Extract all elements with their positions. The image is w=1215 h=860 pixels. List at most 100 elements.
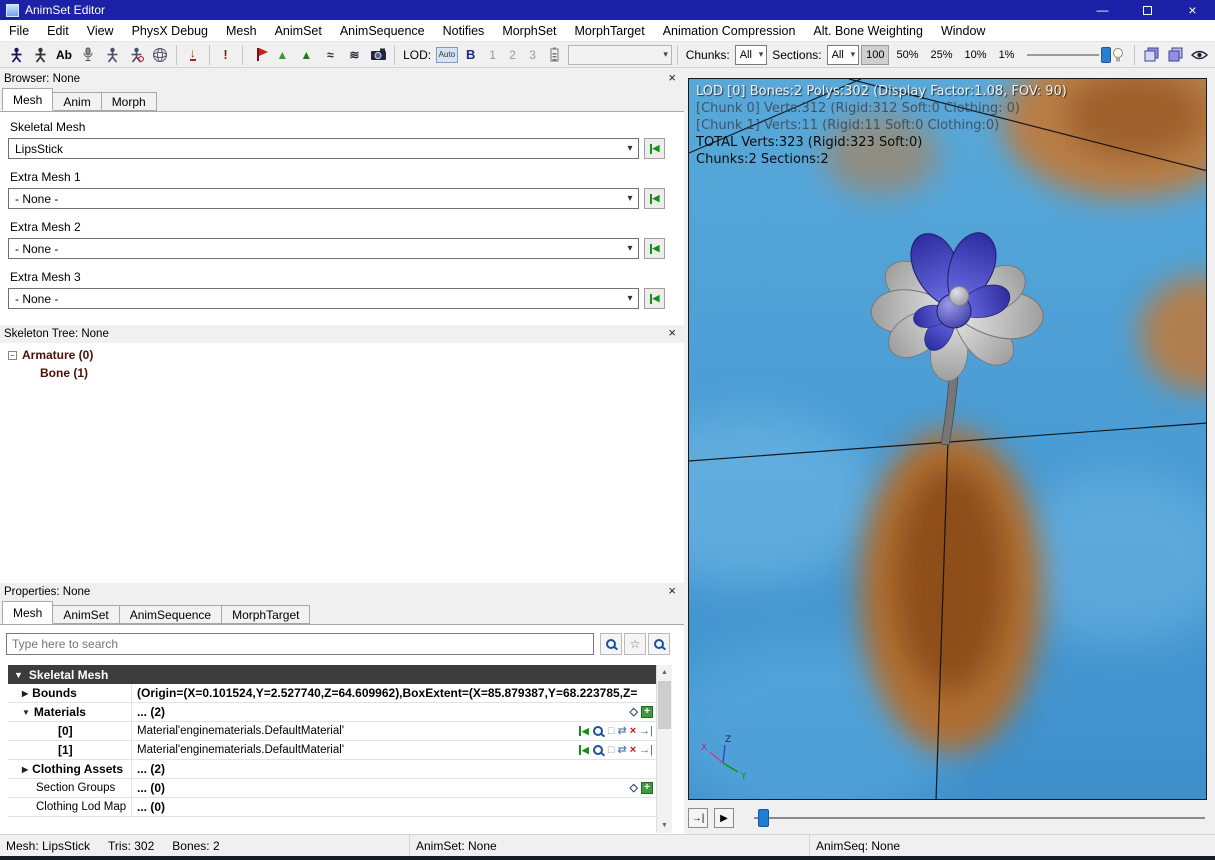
- insert-icon[interactable]: →|: [639, 725, 653, 737]
- zoom-50-button[interactable]: 50%: [891, 45, 923, 65]
- zoom-100-button[interactable]: 100: [861, 44, 890, 65]
- tree-item-armature[interactable]: Armature (0): [22, 348, 93, 362]
- caret-right-icon[interactable]: ▶: [22, 765, 28, 774]
- timeline-slider[interactable]: [754, 808, 1207, 828]
- socket-rotate-button[interactable]: [125, 44, 147, 66]
- properties-tab-mesh[interactable]: Mesh: [2, 601, 54, 624]
- scroll-up-button[interactable]: ▲: [657, 665, 672, 680]
- caret-right-icon[interactable]: ▶: [22, 689, 28, 698]
- collapse-array-icon[interactable]: ◇: [630, 782, 638, 794]
- cloth-toggle-button[interactable]: ▲: [271, 44, 293, 66]
- use-selected-mesh-button[interactable]: ◀: [644, 138, 665, 159]
- property-row-materials[interactable]: ▼ Materials ... (2) ◇ +: [8, 703, 656, 722]
- property-row-bounds[interactable]: ▶ Bounds (Origin=(X=0.101524,Y=2.527740,Z…: [8, 684, 656, 703]
- viewport-3d[interactable]: Z X Y LOD [0] Bones:2 Polys:302 (Display…: [688, 78, 1207, 800]
- property-row-clothing-lod-map[interactable]: Clothing Lod Map ... (0): [8, 798, 656, 817]
- swap-icon[interactable]: ⇄: [617, 725, 626, 737]
- browser-tab-anim[interactable]: Anim: [52, 92, 102, 111]
- collapse-array-icon[interactable]: ◇: [630, 706, 638, 718]
- menu-file[interactable]: File: [0, 20, 38, 41]
- clear-icon[interactable]: □: [608, 725, 615, 737]
- search-button[interactable]: [600, 633, 622, 655]
- skeletal-mesh-select[interactable]: LipsStick ▾: [8, 138, 639, 159]
- insert-icon[interactable]: →|: [639, 744, 653, 756]
- tree-item-bone[interactable]: Bone (1): [40, 366, 88, 380]
- menu-animsequence[interactable]: AnimSequence: [331, 20, 434, 41]
- lod-base-button[interactable]: B: [460, 44, 482, 66]
- scroll-thumb[interactable]: [658, 681, 671, 729]
- close-button[interactable]: ×: [1170, 0, 1215, 20]
- skeleton-tree-close-button[interactable]: ×: [668, 325, 676, 340]
- playback-speed-slider[interactable]: [1027, 45, 1112, 65]
- caret-down-icon[interactable]: ▼: [22, 708, 30, 717]
- paste-mesh-button[interactable]: [1164, 44, 1186, 66]
- property-row-material-0[interactable]: [0] Material'enginematerials.DefaultMate…: [8, 722, 656, 741]
- clear-icon[interactable]: □: [608, 744, 615, 756]
- menu-morphtarget[interactable]: MorphTarget: [566, 20, 654, 41]
- menu-animset[interactable]: AnimSet: [266, 20, 331, 41]
- property-group-skeletal-mesh[interactable]: ▼ Skeletal Mesh: [8, 665, 656, 684]
- zoom-1-button[interactable]: 1%: [994, 45, 1020, 65]
- browser-close-button[interactable]: ×: [668, 70, 676, 85]
- browser-tab-morph[interactable]: Morph: [100, 92, 157, 111]
- timeline-thumb[interactable]: [758, 809, 769, 827]
- menu-edit[interactable]: Edit: [38, 20, 78, 41]
- property-grid-scrollbar[interactable]: ▲ ▼: [656, 665, 672, 833]
- flag-button[interactable]: [247, 44, 269, 66]
- show-sockets-button[interactable]: [77, 44, 99, 66]
- tree-expander-minus[interactable]: −: [8, 351, 17, 360]
- find-in-browser-icon[interactable]: [592, 725, 605, 738]
- use-selected-extra2-button[interactable]: ◀: [644, 238, 665, 259]
- browser-tab-mesh[interactable]: Mesh: [2, 88, 54, 111]
- menu-animation-compression[interactable]: Animation Compression: [654, 20, 805, 41]
- sections-select[interactable]: All ▾: [826, 44, 860, 65]
- remove-icon[interactable]: ×: [630, 725, 636, 737]
- lod-1-button[interactable]: 1: [484, 44, 502, 66]
- properties-tab-morphtarget[interactable]: MorphTarget: [221, 605, 311, 624]
- lod-2-button[interactable]: 2: [504, 44, 522, 66]
- extra-mesh-2-select[interactable]: - None - ▾: [8, 238, 639, 259]
- menu-mesh[interactable]: Mesh: [217, 20, 266, 41]
- show-wireframe-button[interactable]: [149, 44, 171, 66]
- lod-3-button[interactable]: 3: [524, 44, 542, 66]
- menu-physx-debug[interactable]: PhysX Debug: [123, 20, 217, 41]
- use-selected-icon[interactable]: ◀: [579, 726, 589, 737]
- minimize-button[interactable]: —: [1080, 0, 1125, 20]
- chunks-select[interactable]: All ▾: [734, 44, 768, 65]
- menu-morphset[interactable]: MorphSet: [493, 20, 565, 41]
- property-row-clothing-assets[interactable]: ▶ Clothing Assets ... (2): [8, 760, 656, 779]
- property-row-section-groups[interactable]: Section Groups ... (0) ◇ +: [8, 779, 656, 798]
- notifies-button[interactable]: !: [215, 44, 237, 66]
- extra-mesh-1-select[interactable]: - None - ▾: [8, 188, 639, 209]
- go-to-end-button[interactable]: →|: [688, 808, 708, 828]
- remove-icon[interactable]: ×: [630, 744, 636, 756]
- slider-thumb[interactable]: [1101, 46, 1112, 63]
- favorites-button[interactable]: ☆: [624, 633, 646, 655]
- properties-tab-animset[interactable]: AnimSet: [52, 605, 120, 624]
- use-selected-icon[interactable]: ◀: [579, 745, 589, 756]
- use-selected-extra3-button[interactable]: ◀: [644, 288, 665, 309]
- soft-body-toggle-button[interactable]: ▲: [295, 44, 317, 66]
- menu-alt-bone-weighting[interactable]: Alt. Bone Weighting: [804, 20, 932, 41]
- properties-close-button[interactable]: ×: [668, 583, 676, 598]
- physics-sim-button[interactable]: ≋: [343, 44, 365, 66]
- show-bone-influences-button[interactable]: [29, 44, 51, 66]
- zoom-25-button[interactable]: 25%: [926, 45, 958, 65]
- find-in-browser-icon[interactable]: [592, 744, 605, 757]
- attach-to-floor-button[interactable]: ↓: [182, 44, 204, 66]
- scroll-down-button[interactable]: ▼: [657, 818, 672, 833]
- screenshot-button[interactable]: [367, 44, 389, 66]
- visibility-toggle-button[interactable]: [1188, 44, 1210, 66]
- search-input[interactable]: [6, 633, 594, 655]
- property-row-material-1[interactable]: [1] Material'enginematerials.DefaultMate…: [8, 741, 656, 760]
- extra-mesh-3-select[interactable]: - None - ▾: [8, 288, 639, 309]
- add-item-icon[interactable]: +: [641, 782, 653, 794]
- add-item-icon[interactable]: +: [641, 706, 653, 718]
- use-selected-extra1-button[interactable]: ◀: [644, 188, 665, 209]
- advanced-search-button[interactable]: [648, 633, 670, 655]
- swap-icon[interactable]: ⇄: [617, 744, 626, 756]
- play-button[interactable]: ▶: [714, 808, 734, 828]
- show-bone-names-button[interactable]: Ab: [53, 44, 75, 66]
- show-skeleton-button[interactable]: [5, 44, 27, 66]
- lod-auto-button[interactable]: Auto: [436, 46, 458, 63]
